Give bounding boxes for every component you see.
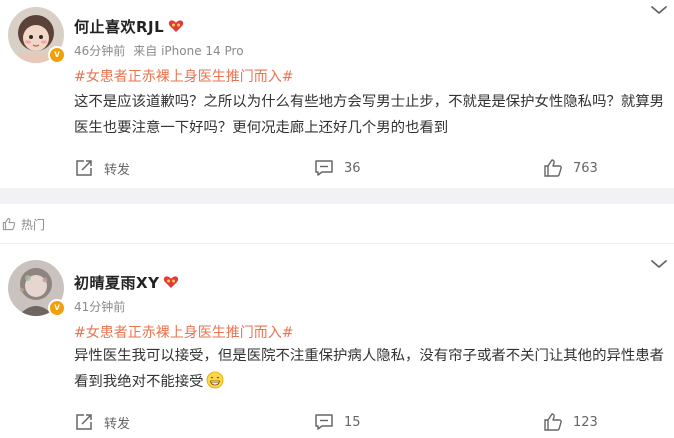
username-text[interactable]: 初晴夏雨XY [74,274,159,292]
hot-label: 热门 [21,218,46,232]
chevron-down-icon[interactable] [650,258,668,270]
comment-text: 这不是应该道歉吗？之所以为什么有些地方会写男士止步，不就是是保护女性隐私吗？就算… [74,94,665,136]
comment-count: 36 [344,160,361,176]
post-meta: 41分钟前 [74,298,133,315]
like-count: 123 [573,414,598,430]
post-source: 来自 iPhone 14 Pro [133,44,244,58]
feed-comment: v 何止喜欢RJL 46分钟前 来自 iPhone 14 Pro #女患者正赤裸上… [0,0,674,188]
like-button[interactable]: 763 [543,152,598,184]
verified-badge-icon: v [48,46,66,64]
comment-button[interactable]: 15 [314,406,361,438]
heart-badge-icon [169,20,184,32]
feed-comment: v 初晴夏雨XY 41分钟前 #女患者正赤裸上身医生推门而入# 异性医生我可以接… [0,252,674,438]
chevron-down-icon[interactable] [650,4,668,16]
thumbs-up-icon [544,159,562,177]
verified-badge-icon: v [48,299,66,317]
comment-text: 异性医生我可以接受，但是医院不注重保护病人隐私，没有帘子或者不关门让其他的异性患… [74,343,670,395]
hot-section-header: 热门 [0,204,674,244]
comment-button[interactable]: 36 [314,152,361,184]
topic-link[interactable]: #女患者正赤裸上身医生推门而入# [74,322,293,342]
comment-count: 15 [344,414,361,430]
thumbs-up-icon [2,217,16,231]
like-button[interactable]: 123 [543,406,598,438]
post-meta: 46分钟前 来自 iPhone 14 Pro [74,42,252,59]
username[interactable]: 何止喜欢RJL [74,16,184,37]
comment-icon [315,160,333,176]
section-divider [0,188,674,204]
repost-icon [76,160,92,176]
action-bar: 转发 36 763 [0,152,674,184]
username[interactable]: 初晴夏雨XY [74,272,179,293]
repost-label: 转发 [104,416,131,432]
avatar[interactable]: v [8,260,66,317]
post-time: 41分钟前 [74,300,126,314]
heart-badge-icon [164,276,179,288]
topic-link[interactable]: #女患者正赤裸上身医生推门而入# [74,66,293,86]
grin-emoji-icon [206,371,223,389]
like-count: 763 [573,160,598,176]
repost-icon [76,414,92,430]
repost-button[interactable]: 转发 [74,406,130,438]
action-bar: 转发 15 123 [0,406,674,438]
avatar[interactable]: v [8,7,66,64]
thumbs-up-icon [544,413,562,431]
username-text[interactable]: 何止喜欢RJL [74,18,164,36]
repost-button[interactable]: 转发 [74,152,130,184]
comment-text-content: 异性医生我可以接受，但是医院不注重保护病人隐私，没有帘子或者不关门让其他的异性患… [74,348,665,390]
repost-label: 转发 [104,162,131,178]
comment-icon [315,414,333,430]
post-time: 46分钟前 [74,44,126,58]
